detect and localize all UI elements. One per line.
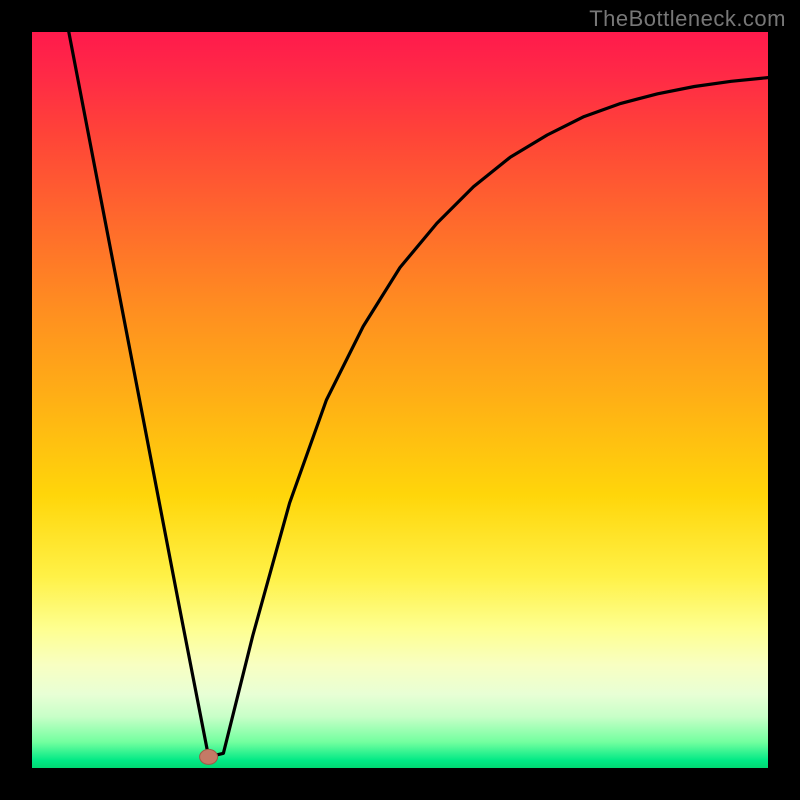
plot-area bbox=[32, 32, 768, 768]
watermark-text: TheBottleneck.com bbox=[589, 6, 786, 32]
optimal-point-marker bbox=[200, 749, 218, 764]
chart-svg bbox=[32, 32, 768, 768]
bottleneck-curve bbox=[69, 32, 768, 757]
chart-frame: TheBottleneck.com bbox=[0, 0, 800, 800]
